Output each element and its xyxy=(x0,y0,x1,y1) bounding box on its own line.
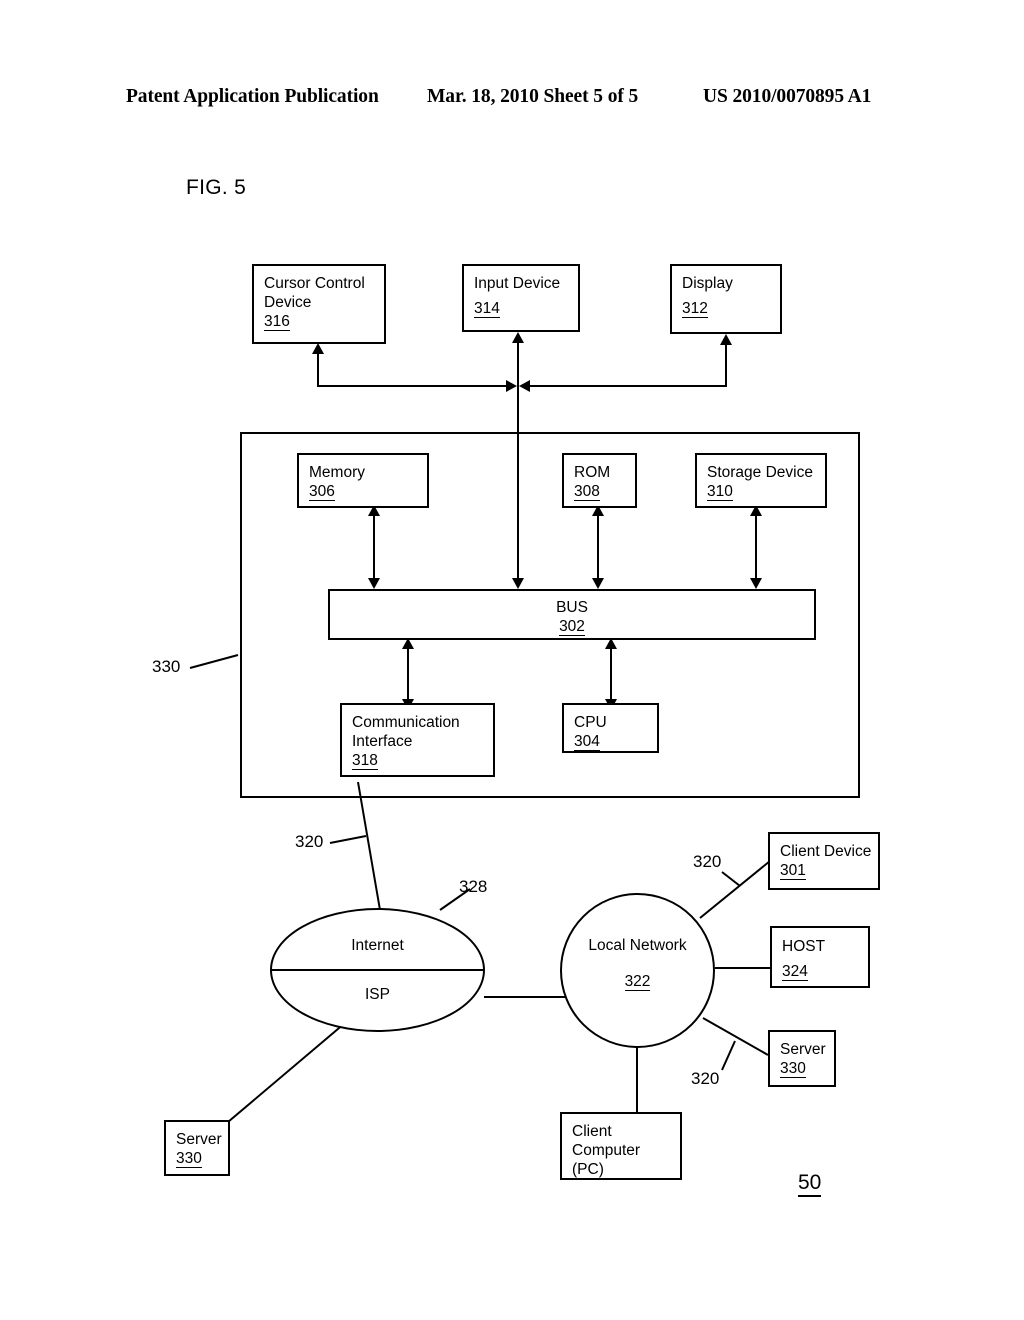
cpu-title: CPU xyxy=(574,714,607,731)
local-network-ref: 322 xyxy=(624,973,651,991)
rom-box: ROM 308 xyxy=(562,453,637,508)
host-ref: 324 xyxy=(782,963,808,981)
cursor-control-device-title-1: Cursor Control xyxy=(264,275,365,292)
client-computer-box: Client Computer (PC) xyxy=(560,1112,682,1180)
input-device-box: Input Device 314 xyxy=(462,264,580,332)
storage-arrow-down xyxy=(750,578,762,589)
client-computer-line-2: Computer xyxy=(572,1142,641,1159)
cpu-ref: 304 xyxy=(574,733,600,751)
enclosure-ref-callout: 330 xyxy=(152,657,181,676)
storage-connector-line xyxy=(755,512,757,582)
patent-number: US 2010/0070895 A1 xyxy=(703,86,872,107)
server-bottom-title: Server xyxy=(176,1131,222,1148)
memory-connector-line xyxy=(373,512,375,582)
local-network-circle: Local Network 322 xyxy=(560,893,715,1048)
host-box: HOST 324 xyxy=(770,926,870,988)
rom-connector-line xyxy=(597,512,599,582)
memory-arrow-down xyxy=(368,578,380,589)
client-device-title: Client Device xyxy=(780,843,872,860)
peripheral-bus-line-left xyxy=(317,385,507,387)
leader-320-client-device xyxy=(721,871,741,887)
internet-isp-divider xyxy=(272,969,483,971)
host-title: HOST xyxy=(782,938,826,955)
internet-isp-ellipse: Internet ISP xyxy=(270,908,485,1032)
communication-interface-title-1: Communication xyxy=(352,714,460,731)
cpu-connector-line xyxy=(610,645,612,703)
communication-interface-title-2: Interface xyxy=(352,733,413,750)
rom-arrow-down xyxy=(592,578,604,589)
cursor-control-connector-line xyxy=(317,352,319,386)
storage-device-box: Storage Device 310 xyxy=(695,453,827,508)
communication-interface-ref: 318 xyxy=(352,752,378,770)
display-arrowhead xyxy=(720,334,732,345)
server-right-title: Server xyxy=(780,1041,826,1058)
cursor-control-arrowhead xyxy=(312,343,324,354)
server-right-box: Server 330 xyxy=(768,1030,836,1087)
local-network-title: Local Network xyxy=(588,937,687,954)
display-title: Display xyxy=(682,275,733,292)
isp-label: ISP xyxy=(365,986,390,1003)
input-device-ref: 314 xyxy=(474,300,500,318)
server-bottom-ref: 330 xyxy=(176,1150,202,1168)
input-device-arrowhead xyxy=(512,332,524,343)
display-box: Display 312 xyxy=(670,264,782,334)
link-server-bottom-to-isp xyxy=(227,1022,346,1123)
peripheral-bus-arrow-right xyxy=(506,380,517,392)
figure-label: FIG. 5 xyxy=(186,176,247,199)
input-device-title: Input Device xyxy=(474,275,561,292)
internet-ref-callout: 328 xyxy=(459,877,488,896)
bus-title: BUS xyxy=(556,599,588,616)
publication-date-sheet: Mar. 18, 2010 Sheet 5 of 5 xyxy=(427,86,639,107)
display-ref: 312 xyxy=(682,300,708,318)
bus-ref: 302 xyxy=(559,618,585,636)
server-right-ref: 330 xyxy=(780,1060,806,1078)
peripheral-bus-arrow-left xyxy=(519,380,530,392)
memory-title: Memory xyxy=(309,464,365,481)
input-device-trunk-arrow-down xyxy=(512,578,524,589)
rom-ref: 308 xyxy=(574,483,600,501)
figure-number: 50 xyxy=(798,1171,822,1198)
cursor-control-device-box: Cursor Control Device 316 xyxy=(252,264,386,344)
input-device-trunk-line xyxy=(517,342,519,582)
storage-device-title: Storage Device xyxy=(707,464,813,481)
link-local-network-to-server-right xyxy=(702,1017,769,1056)
leader-320-comm-link xyxy=(329,835,367,844)
cpu-box: CPU 304 xyxy=(562,703,659,753)
publication-title: Patent Application Publication xyxy=(126,86,379,107)
client-computer-line-1: Client xyxy=(572,1123,612,1140)
server-link-ref-callout: 320 xyxy=(691,1069,720,1088)
memory-box: Memory 306 xyxy=(297,453,429,508)
leader-320-server-right xyxy=(721,1040,736,1071)
server-bottom-box: Server 330 xyxy=(164,1120,230,1176)
client-device-ref: 301 xyxy=(780,862,806,880)
link-comm-interface-to-internet xyxy=(357,781,381,911)
client-computer-line-3: (PC) xyxy=(572,1161,604,1178)
communication-interface-box: Communication Interface 318 xyxy=(340,703,495,777)
display-connector-line xyxy=(725,344,727,386)
storage-device-ref: 310 xyxy=(707,483,733,501)
client-device-box: Client Device 301 xyxy=(768,832,880,890)
comm-link-ref-callout: 320 xyxy=(295,832,324,851)
peripheral-bus-line-right xyxy=(530,385,727,387)
comm-interface-connector-line xyxy=(407,645,409,703)
memory-ref: 306 xyxy=(309,483,335,501)
bus-box: BUS 302 xyxy=(328,589,816,640)
client-device-link-ref-callout: 320 xyxy=(693,852,722,871)
page-header: Patent Application Publication Mar. 18, … xyxy=(0,86,1024,120)
rom-title: ROM xyxy=(574,464,611,481)
cursor-control-device-ref: 316 xyxy=(264,313,290,331)
internet-label: Internet xyxy=(351,937,404,954)
cursor-control-device-title-2: Device xyxy=(264,294,312,311)
